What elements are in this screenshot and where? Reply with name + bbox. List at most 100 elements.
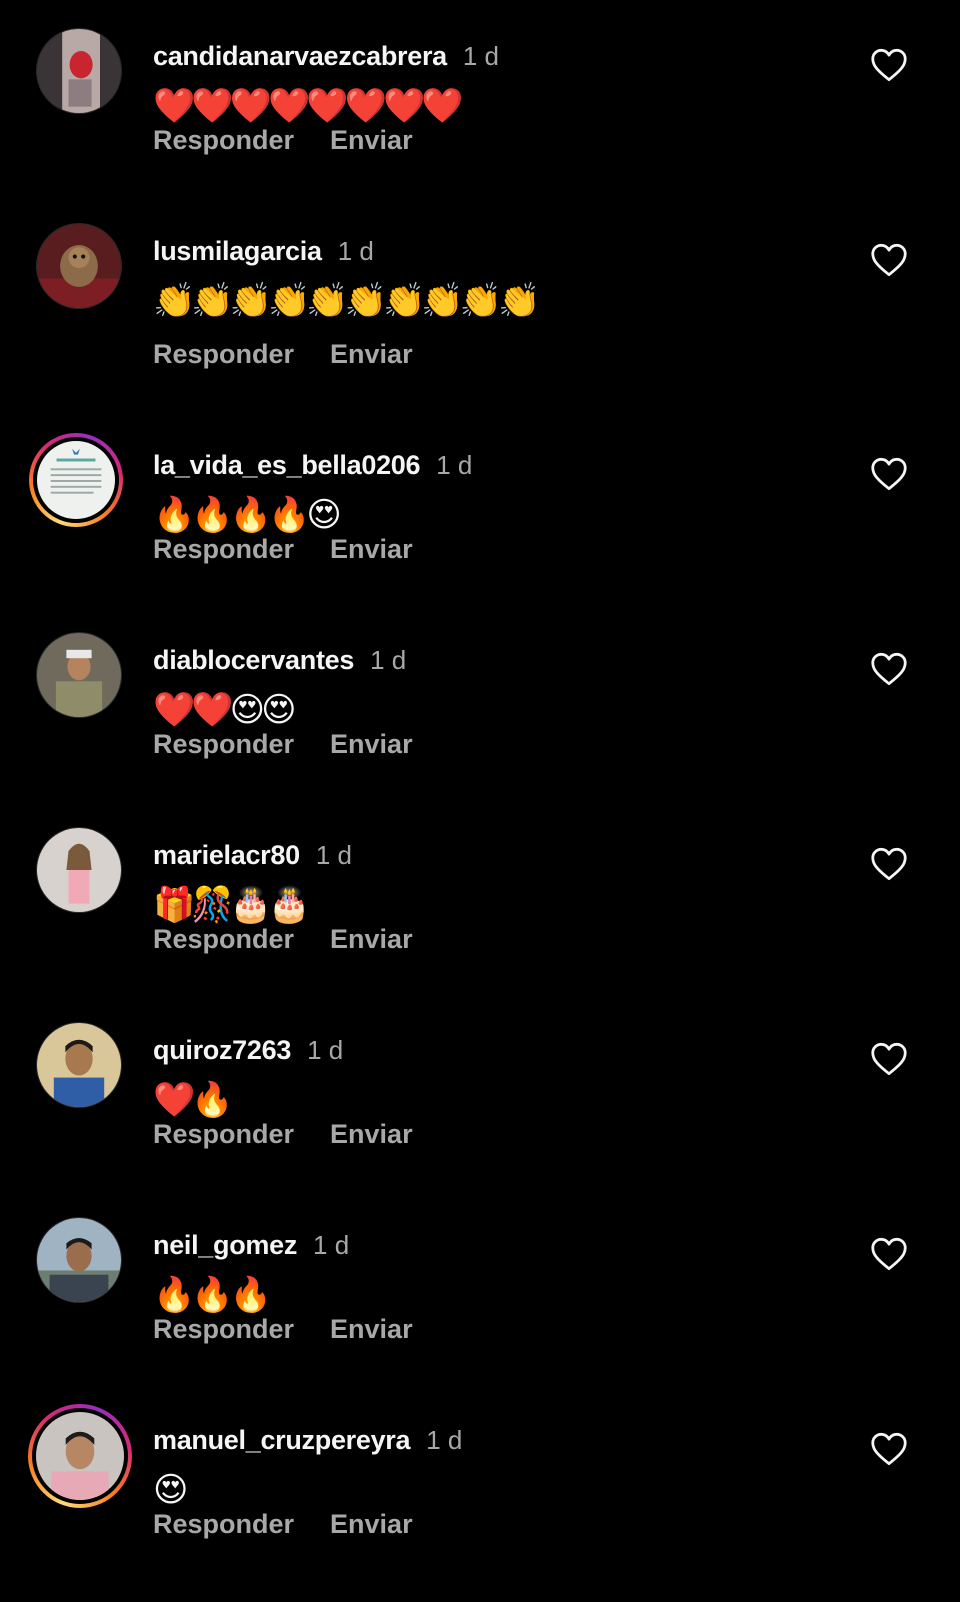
comment-header: quiroz7263 1 d xyxy=(153,1034,343,1066)
comment-header: lusmilagarcia 1 d xyxy=(153,235,374,267)
heart-outline-icon xyxy=(871,1432,907,1466)
username-link[interactable]: neil_gomez xyxy=(153,1230,297,1260)
username-link[interactable]: quiroz7263 xyxy=(153,1035,291,1065)
comment-item: candidanarvaezcabrera 1 d ❤️❤️❤️❤️❤️❤️❤️❤… xyxy=(0,28,960,218)
avatar-photo-icon xyxy=(37,29,121,113)
comment-actions: Responder Enviar xyxy=(153,1118,413,1150)
username-link[interactable]: lusmilagarcia xyxy=(153,236,322,266)
reply-button[interactable]: Responder xyxy=(153,534,294,564)
comment-text: ❤️🔥 xyxy=(153,1080,234,1120)
avatar-photo-icon xyxy=(37,633,121,717)
avatar-photo-icon xyxy=(37,1023,121,1107)
heart-outline-icon xyxy=(871,243,907,277)
comment-text: ❤️❤️❤️❤️❤️❤️❤️❤️ xyxy=(153,86,464,126)
heart-outline-icon xyxy=(871,1237,907,1271)
comment-actions: Responder Enviar xyxy=(153,338,413,370)
comment-text: 🎁🎊🎂🎂 xyxy=(153,885,310,925)
avatar-image xyxy=(37,828,121,912)
comment-timestamp: 1 d xyxy=(337,236,374,266)
avatar-photo-icon xyxy=(36,1412,124,1500)
heart-outline-icon xyxy=(871,457,907,491)
comment-text: 🔥🔥🔥 xyxy=(153,1275,272,1315)
comment-header: marielacr80 1 d xyxy=(153,839,352,871)
like-button[interactable] xyxy=(870,847,908,885)
comment-header: diablocervantes 1 d xyxy=(153,644,406,676)
reply-button[interactable]: Responder xyxy=(153,1314,294,1344)
avatar[interactable] xyxy=(36,223,122,309)
avatar-image xyxy=(32,1408,128,1504)
comment-timestamp: 1 d xyxy=(307,1035,344,1065)
like-button[interactable] xyxy=(870,243,908,281)
avatar-photo-icon xyxy=(37,828,121,912)
avatar-image xyxy=(33,437,119,523)
like-button[interactable] xyxy=(870,1042,908,1080)
comment-item: manuel_cruzpereyra 1 d 😍 Responder Enviar xyxy=(0,1404,960,1602)
heart-outline-icon xyxy=(871,652,907,686)
comment-actions: Responder Enviar xyxy=(153,533,413,565)
comment-item: la_vida_es_bella0206 1 d 🔥🔥🔥🔥😍 Responder E… xyxy=(0,433,960,627)
username-link[interactable]: manuel_cruzpereyra xyxy=(153,1425,411,1455)
reply-button[interactable]: Responder xyxy=(153,1509,294,1539)
avatar[interactable] xyxy=(36,632,122,718)
comment-actions: Responder Enviar xyxy=(153,124,413,156)
reply-button[interactable]: Responder xyxy=(153,125,294,155)
comment-item: quiroz7263 1 d ❤️🔥 Responder Enviar xyxy=(0,1022,960,1212)
heart-outline-icon xyxy=(871,1042,907,1076)
comment-item: neil_gomez 1 d 🔥🔥🔥 Responder Enviar xyxy=(0,1217,960,1407)
avatar-image xyxy=(37,29,121,113)
comment-item: diablocervantes 1 d ❤️❤️😍😍 Responder Envia… xyxy=(0,632,960,822)
comment-header: la_vida_es_bella0206 1 d xyxy=(153,449,472,481)
like-button[interactable] xyxy=(870,48,908,86)
comment-timestamp: 1 d xyxy=(426,1425,463,1455)
username-link[interactable]: marielacr80 xyxy=(153,840,300,870)
reply-button[interactable]: Responder xyxy=(153,924,294,954)
like-button[interactable] xyxy=(870,457,908,495)
like-button[interactable] xyxy=(870,1237,908,1275)
avatar-photo-icon xyxy=(37,441,115,519)
comment-header: manuel_cruzpereyra 1 d xyxy=(153,1424,462,1456)
avatar-photo-icon xyxy=(37,224,121,308)
reply-button[interactable]: Responder xyxy=(153,1119,294,1149)
send-button[interactable]: Enviar xyxy=(330,1119,413,1149)
avatar-story-ring[interactable] xyxy=(29,433,123,527)
comment-item: marielacr80 1 d 🎁🎊🎂🎂 Responder Enviar xyxy=(0,827,960,1017)
avatar-image xyxy=(37,224,121,308)
avatar-image xyxy=(37,1023,121,1107)
comment-actions: Responder Enviar xyxy=(153,1313,413,1345)
comment-text: ❤️❤️😍😍 xyxy=(153,690,297,730)
comment-text: 👏👏👏👏👏👏👏👏👏👏 xyxy=(153,281,540,321)
like-button[interactable] xyxy=(870,1432,908,1470)
send-button[interactable]: Enviar xyxy=(330,534,413,564)
reply-button[interactable]: Responder xyxy=(153,339,294,369)
avatar[interactable] xyxy=(36,28,122,114)
avatar-image xyxy=(37,633,121,717)
comment-timestamp: 1 d xyxy=(315,840,352,870)
send-button[interactable]: Enviar xyxy=(330,924,413,954)
username-link[interactable]: diablocervantes xyxy=(153,645,354,675)
comment-actions: Responder Enviar xyxy=(153,728,413,760)
heart-outline-icon xyxy=(871,48,907,82)
comment-item: lusmilagarcia 1 d 👏👏👏👏👏👏👏👏👏👏 Responder Env… xyxy=(0,223,960,413)
avatar[interactable] xyxy=(36,827,122,913)
comment-timestamp: 1 d xyxy=(370,645,407,675)
send-button[interactable]: Enviar xyxy=(330,729,413,759)
comment-actions: Responder Enviar xyxy=(153,1508,413,1540)
comment-actions: Responder Enviar xyxy=(153,923,413,955)
send-button[interactable]: Enviar xyxy=(330,339,413,369)
username-link[interactable]: la_vida_es_bella0206 xyxy=(153,450,421,480)
comment-timestamp: 1 d xyxy=(462,41,500,71)
avatar[interactable] xyxy=(36,1217,122,1303)
like-button[interactable] xyxy=(870,652,908,690)
username-link[interactable]: candidanarvaezcabrera xyxy=(153,41,447,71)
avatar-image xyxy=(37,1218,121,1302)
heart-outline-icon xyxy=(871,847,907,881)
avatar-story-ring[interactable] xyxy=(28,1404,132,1508)
reply-button[interactable]: Responder xyxy=(153,729,294,759)
comment-header: candidanarvaezcabrera 1 d xyxy=(153,40,499,72)
send-button[interactable]: Enviar xyxy=(330,1509,413,1539)
comment-timestamp: 1 d xyxy=(313,1230,350,1260)
send-button[interactable]: Enviar xyxy=(330,1314,413,1344)
avatar[interactable] xyxy=(36,1022,122,1108)
send-button[interactable]: Enviar xyxy=(330,125,413,155)
comment-header: neil_gomez 1 d xyxy=(153,1229,349,1261)
